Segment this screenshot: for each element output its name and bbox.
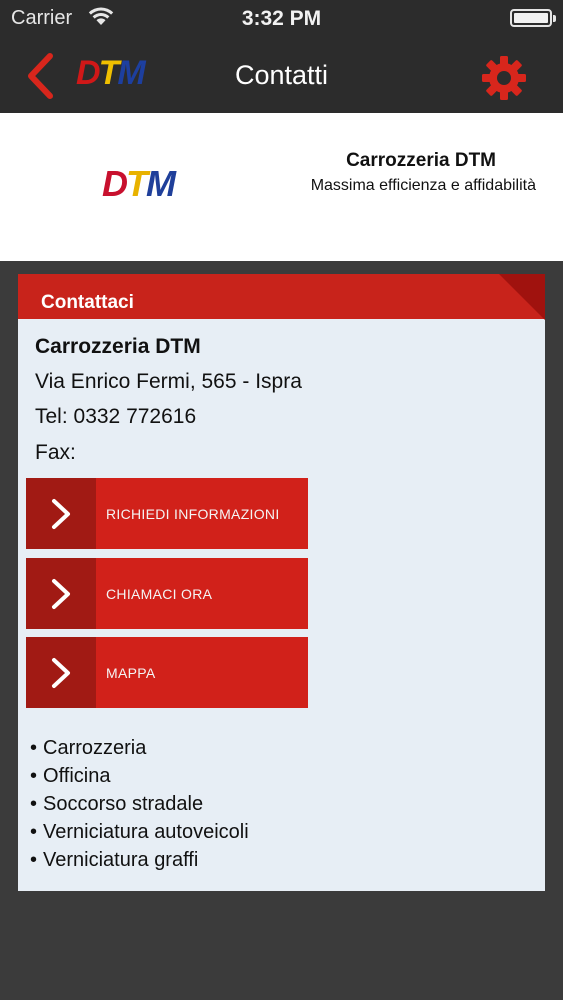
list-item: Verniciatura autoveicoli bbox=[30, 818, 249, 846]
page-title: Contatti bbox=[234, 60, 329, 90]
request-info-label: RICHIEDI INFORMAZIONI bbox=[106, 506, 280, 522]
contact-fax: Fax: bbox=[35, 441, 76, 464]
services-list: Carrozzeria Officina Soccorso stradale V… bbox=[30, 734, 249, 874]
logo-letter-d: D bbox=[102, 163, 128, 204]
map-label: MAPPA bbox=[106, 665, 156, 681]
battery-icon bbox=[510, 9, 556, 27]
company-name: Carrozzeria DTM bbox=[346, 150, 496, 171]
list-item: Soccorso stradale bbox=[30, 790, 249, 818]
contact-name: Carrozzeria DTM bbox=[35, 335, 201, 358]
section-title: Contattaci bbox=[41, 292, 134, 313]
section-header: Contattaci bbox=[18, 274, 545, 320]
map-button[interactable]: MAPPA bbox=[26, 637, 308, 708]
chevron-right-icon bbox=[26, 558, 96, 629]
list-item: Verniciatura graffi bbox=[30, 846, 249, 874]
request-info-button[interactable]: RICHIEDI INFORMAZIONI bbox=[26, 478, 308, 549]
call-now-button[interactable]: CHIAMACI ORA bbox=[26, 558, 308, 629]
nav-bar: DTM Contatti bbox=[0, 38, 563, 113]
contact-address: Via Enrico Fermi, 565 - Ispra bbox=[35, 370, 302, 393]
company-slogan: Massima efficienza e affidabilità bbox=[310, 177, 536, 194]
status-bar: Carrier 3:32 PM bbox=[0, 0, 563, 38]
contact-card: Contattaci Carrozzeria DTM Via Enrico Fe… bbox=[18, 274, 545, 891]
logo-letter-m: M bbox=[146, 163, 176, 204]
company-logo: DTM bbox=[102, 163, 176, 205]
contact-phone[interactable]: Tel: 0332 772616 bbox=[35, 405, 196, 429]
gear-icon bbox=[482, 56, 526, 100]
chevron-right-icon bbox=[26, 637, 96, 708]
clock: 3:32 PM bbox=[241, 7, 322, 30]
call-now-label: CHIAMACI ORA bbox=[106, 586, 213, 602]
chevron-right-icon bbox=[26, 478, 96, 549]
company-header: DTM Carrozzeria DTM Massima efficienza e… bbox=[0, 113, 563, 261]
logo-letter-t: T bbox=[126, 163, 148, 204]
list-item: Officina bbox=[30, 762, 249, 790]
settings-button[interactable] bbox=[481, 55, 527, 101]
corner-decoration bbox=[499, 274, 545, 320]
list-item: Carrozzeria bbox=[30, 734, 249, 762]
